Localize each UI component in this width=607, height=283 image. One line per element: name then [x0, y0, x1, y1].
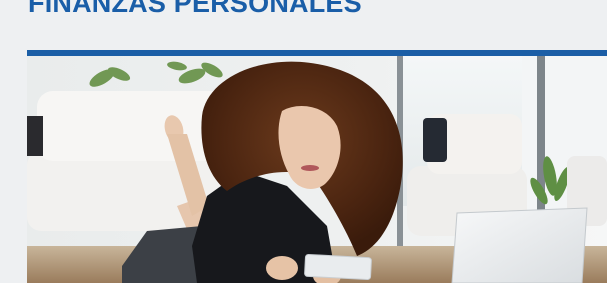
hero-image[interactable]	[27, 56, 607, 283]
section-title: FINANZAS PERSONALES	[28, 0, 362, 18]
photo-woman-with-card-and-laptop	[27, 56, 607, 283]
